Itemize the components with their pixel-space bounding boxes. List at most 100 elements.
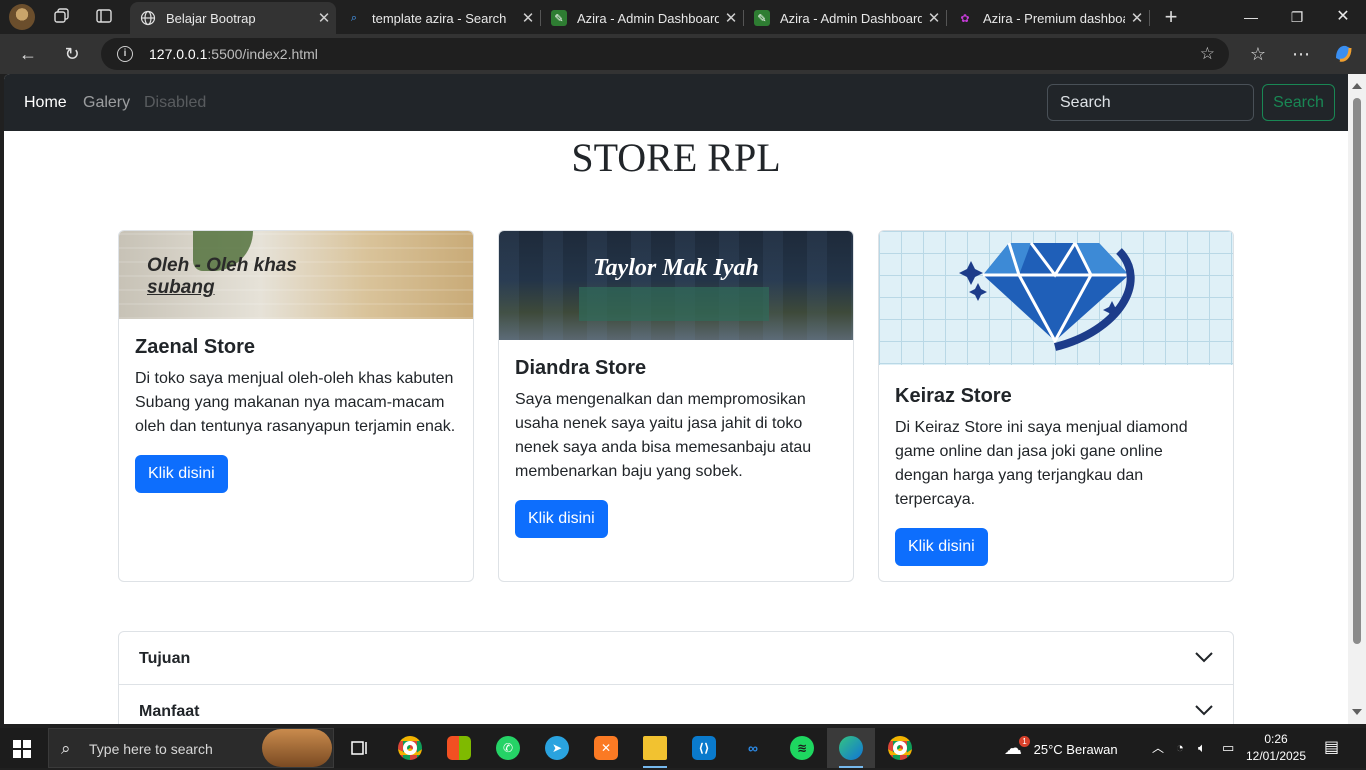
card-text: Di Keiraz Store ini saya menjual diamond… (895, 419, 1188, 508)
more-menu-icon[interactable]: ⋯ (1289, 42, 1313, 66)
chevron-down-icon (1195, 652, 1213, 663)
notification-center-icon[interactable]: ▤ (1324, 728, 1339, 768)
tab-close-icon[interactable]: ✕ (719, 9, 743, 27)
accordion-item-manfaat[interactable]: Manfaat (119, 685, 1233, 724)
url-host: 127.0.0.1 (149, 46, 208, 62)
nav-galery[interactable]: Galery (83, 94, 130, 112)
weather-widget[interactable]: ☁ 1 25°C Berawan (1004, 728, 1118, 768)
tab-azira-admin-1[interactable]: ✎ Azira - Admin Dashboard H ✕ (541, 2, 743, 34)
browser-tab-bar: Belajar Bootrap ✕ ⌕ template azira - Sea… (0, 0, 1366, 34)
app-icon[interactable]: ∞ (729, 728, 777, 768)
store-card-zaenal: Oleh - Oleh khas subang Zaenal Store Di … (118, 230, 474, 582)
weather-badge: 1 (1019, 736, 1030, 747)
card-image-diamond (879, 231, 1233, 365)
tab-close-icon[interactable]: ✕ (516, 9, 540, 27)
microsoft-store-icon[interactable] (435, 728, 483, 768)
task-view-icon[interactable] (336, 728, 384, 768)
taskbar-clock[interactable]: 0:26 12/01/2025 (1244, 731, 1308, 765)
globe-icon (140, 10, 156, 26)
url-path: :5500/index2.html (207, 46, 318, 62)
address-field[interactable]: i 127.0.0.1:5500/index2.html ☆ (101, 38, 1229, 70)
restore-icon[interactable]: ❐ (1274, 0, 1320, 34)
tab-close-icon[interactable]: ✕ (1125, 9, 1149, 27)
edge-app-icon[interactable] (827, 728, 875, 768)
diamond-logo-icon (959, 242, 1135, 351)
network-icon[interactable]: ◔ (1176, 728, 1184, 768)
show-hidden-icons[interactable]: ︿ (1152, 728, 1164, 768)
copilot-icon[interactable] (1331, 42, 1355, 66)
page-viewport: Home Galery Disabled Search Search STORE… (4, 74, 1348, 724)
clock-time: 0:26 (1264, 732, 1288, 746)
search-highlight-image[interactable] (262, 729, 332, 767)
tab-close-icon[interactable]: ✕ (922, 9, 946, 27)
favorite-star-icon[interactable]: ☆ (1200, 38, 1215, 70)
battery-icon[interactable]: ▭ (1222, 728, 1234, 768)
klik-disini-button[interactable]: Klik disini (135, 455, 228, 493)
klik-disini-button[interactable]: Klik disini (895, 528, 988, 566)
volume-icon[interactable]: 🔈︎ (1198, 728, 1206, 768)
tab-azira-premium[interactable]: ✿ Azira - Premium dashboard ✕ (947, 2, 1149, 34)
vscode-icon[interactable]: ⟨⟩ (680, 728, 728, 768)
image-caption: Taylor Mak Iyah (593, 255, 759, 281)
nav-home[interactable]: Home (24, 94, 67, 112)
nav-disabled: Disabled (144, 94, 207, 111)
card-text: Di toko saya menjual oleh-oleh khas kabu… (135, 370, 456, 435)
whatsapp-icon[interactable]: ✆ (484, 728, 532, 768)
minimize-icon[interactable]: — (1228, 0, 1274, 34)
page-title: STORE RPL (571, 135, 781, 180)
site-navbar: Home Galery Disabled Search Search (4, 74, 1348, 131)
spotify-icon[interactable]: ≋ (778, 728, 826, 768)
refresh-icon[interactable]: ↻ (60, 42, 84, 66)
favorites-icon[interactable]: ☆ (1246, 42, 1270, 66)
weather-text: 25°C Berawan (1033, 742, 1118, 757)
navbar-search-button[interactable]: Search (1262, 84, 1335, 121)
accordion-title: Manfaat (139, 703, 200, 720)
tab-azira-admin-2[interactable]: ✎ Azira - Admin Dashboard H ✕ (744, 2, 946, 34)
klik-disini-button[interactable]: Klik disini (515, 500, 608, 538)
image-caption: Oleh - Oleh khas (147, 255, 297, 276)
close-window-icon[interactable]: ✕ (1320, 0, 1366, 34)
scroll-down-icon[interactable] (1352, 709, 1362, 715)
windows-taskbar: ⌕ Type here to search ✆ ➤ ✕ ⟨⟩ ∞ ≋ ☁ 1 2… (0, 728, 1366, 768)
tab-title: template azira - Search (372, 10, 507, 26)
search-icon: ⌕ (350, 11, 358, 24)
card-body: Diandra Store Saya mengenalkan dan mempr… (515, 357, 837, 538)
tab-belajar-bootrap[interactable]: Belajar Bootrap ✕ (130, 2, 336, 34)
store-card-diandra: Taylor Mak Iyah Diandra Store Saya menge… (498, 230, 854, 582)
accordion-item-tujuan[interactable]: Tujuan (119, 632, 1233, 685)
scroll-up-icon[interactable] (1352, 83, 1362, 89)
tab-title: Belajar Bootrap (166, 10, 256, 26)
tab-close-icon[interactable]: ✕ (312, 9, 336, 27)
chrome-app-icon-2[interactable] (876, 728, 924, 768)
telegram-icon[interactable]: ➤ (533, 728, 581, 768)
navbar-search-input[interactable]: Search (1047, 84, 1254, 121)
tab-template-azira-search[interactable]: ⌕ template azira - Search ✕ (336, 2, 540, 34)
back-icon[interactable]: ← (16, 42, 40, 66)
image-caption: subang (147, 277, 215, 298)
tab-title: Azira - Admin Dashboard H (577, 10, 719, 26)
workspaces-icon[interactable] (52, 7, 72, 27)
azira-premium-logo-icon: ✿ (960, 12, 970, 25)
chrome-app-icon[interactable] (386, 728, 434, 768)
scroll-thumb[interactable] (1353, 98, 1361, 644)
card-text: Saya mengenalkan dan mempromosikan usaha… (515, 391, 812, 480)
card-image-taylor: Taylor Mak Iyah (499, 231, 853, 340)
card-title: Diandra Store (515, 357, 647, 379)
tab-title: Azira - Premium dashboard (983, 10, 1125, 26)
chevron-down-icon (1195, 705, 1213, 716)
tab-actions-icon[interactable] (94, 7, 114, 27)
new-tab-icon[interactable]: + (1161, 6, 1181, 28)
card-image-oleh-oleh: Oleh - Oleh khas subang (119, 231, 473, 319)
xampp-icon[interactable]: ✕ (582, 728, 630, 768)
card-title: Keiraz Store (895, 385, 1012, 407)
profile-avatar[interactable] (9, 4, 35, 30)
page-scrollbar[interactable] (1348, 74, 1366, 724)
azira-logo-icon: ✎ (754, 10, 770, 26)
windows-start-icon[interactable] (13, 740, 31, 758)
card-body: Keiraz Store Di Keiraz Store ini saya me… (895, 385, 1217, 566)
file-explorer-icon[interactable] (631, 728, 679, 768)
accordion-title: Tujuan (139, 650, 191, 667)
card-body: Zaenal Store Di toko saya menjual oleh-o… (135, 336, 457, 493)
store-card-keiraz: Keiraz Store Di Keiraz Store ini saya me… (878, 230, 1234, 582)
site-info-icon[interactable]: i (117, 46, 133, 62)
